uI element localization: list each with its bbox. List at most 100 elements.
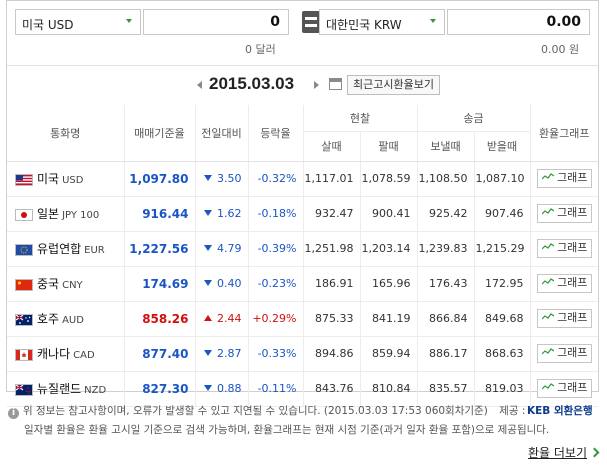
currency-code: NZD (84, 385, 107, 396)
remit-send-cell: 835.57 (416, 371, 474, 407)
change-value: 2.44 (217, 312, 242, 325)
change-cell: 0.40 (194, 266, 248, 302)
header-remit-receive: 받을때 (473, 131, 530, 162)
graph-button[interactable]: 그래프 (537, 169, 593, 188)
remit-receive-cell: 907.46 (473, 196, 530, 232)
triangle-down-icon (204, 350, 212, 356)
triangle-down-icon (204, 210, 212, 216)
cash-sell-cell: 1,078.59 (359, 161, 417, 197)
graph-button[interactable]: 그래프 (537, 379, 593, 398)
caret-down-icon (126, 19, 132, 23)
cash-sell-cell: 859.94 (359, 336, 417, 372)
cash-buy-cell: 1,251.98 (302, 231, 360, 267)
chevron-right-icon (589, 447, 600, 458)
graph-cell: 그래프 (529, 301, 598, 337)
flag-jp-icon (15, 209, 33, 221)
currency-name: 뉴질랜드 (37, 382, 82, 396)
remit-receive-cell: 1,215.29 (473, 231, 530, 267)
currency-cell: 중국 CNY (7, 266, 124, 302)
currency-cell: 유럽연합 EUR (7, 231, 124, 267)
graph-cell: 그래프 (529, 371, 598, 407)
change-cell: 4.79 (194, 231, 248, 267)
currency-cell: 일본 JPY 100 (7, 196, 124, 232)
to-currency-select[interactable]: 대한민국 KRW (319, 9, 445, 35)
graph-button-label: 그래프 (557, 276, 588, 289)
currency-cell: 미국 USD (7, 161, 124, 197)
source-label: 제공 : (499, 405, 526, 417)
graph-button[interactable]: 그래프 (537, 204, 593, 223)
cash-sell-cell: 810.84 (359, 371, 417, 407)
cash-buy-cell: 1,117.01 (302, 161, 360, 197)
header-remit: 송금 (416, 105, 530, 132)
remit-receive-cell: 172.95 (473, 266, 530, 302)
line-chart-icon (541, 275, 555, 285)
rates-table: 통화명 매매기준율 전일대비 등락율 현찰 송금 환율그래프 살때 팔때 보낼때… (7, 105, 598, 407)
caret-down-icon (430, 19, 436, 23)
from-currency-select[interactable]: 미국 USD (15, 9, 141, 35)
rate-cell: -0.33% (247, 336, 303, 372)
currency-name: 캐나다 (37, 347, 71, 361)
arrow-left-icon[interactable] (197, 81, 202, 89)
line-chart-icon (541, 310, 555, 320)
header-cash-sell: 팔때 (359, 131, 417, 162)
triangle-up-icon (204, 315, 212, 321)
base-rate-cell: 827.30 (123, 371, 195, 407)
remit-send-cell: 886.17 (416, 336, 474, 372)
exchange-rate-widget: 미국 USD 0 대한민국 KRW 0.00 0 달러 0.00 원 2015.… (6, 0, 599, 407)
currency-cell: 뉴질랜드 NZD (7, 371, 124, 407)
header-graph: 환율그래프 (529, 105, 598, 162)
line-chart-icon (541, 240, 555, 250)
rate-cell: +0.29% (247, 301, 303, 337)
flag-ca-icon (15, 349, 33, 361)
header-change: 전일대비 (194, 105, 248, 162)
graph-button-label: 그래프 (557, 311, 588, 324)
triangle-down-icon (204, 245, 212, 251)
change-value: 2.87 (217, 347, 242, 360)
graph-button-label: 그래프 (557, 381, 588, 394)
change-cell: 3.50 (194, 161, 248, 197)
currency-code: JPY 100 (62, 210, 100, 221)
table-row: 중국 CNY 174.69 0.40 -0.23% 186.91 165.96 176.43 1… (7, 266, 598, 302)
notice-line-1: i 위 정보는 참고사항이며, 오류가 발생할 수 있고 지연될 수 있습니다. … (8, 403, 525, 419)
currency-code: USD (62, 175, 84, 186)
from-currency-label: 미국 USD (22, 18, 74, 32)
cash-sell-cell: 165.96 (359, 266, 417, 302)
graph-button[interactable]: 그래프 (537, 274, 593, 293)
flag-au-icon (15, 314, 33, 326)
graph-button-label: 그래프 (557, 346, 588, 359)
header-rate: 등락율 (247, 105, 303, 162)
graph-cell: 그래프 (529, 231, 598, 267)
currency-code: AUD (62, 315, 84, 326)
graph-button[interactable]: 그래프 (537, 309, 593, 328)
from-amount-input[interactable]: 0 (143, 9, 289, 35)
graph-button[interactable]: 그래프 (537, 239, 593, 258)
change-value: 1.62 (217, 207, 242, 220)
currency-code: CAD (73, 350, 95, 361)
rate-date: 2015.03.03 (209, 74, 295, 93)
remit-receive-cell: 868.63 (473, 336, 530, 372)
flag-us-icon (15, 174, 33, 186)
notice-text-2: 일자별 환율은 환율 고시일 기준으로 검색 가능하며, 환율그래프는 현재 시… (24, 424, 550, 436)
remit-receive-cell: 1,087.10 (473, 161, 530, 197)
recent-rates-button[interactable]: 최근고시환율보기 (347, 75, 440, 95)
graph-button-label: 그래프 (557, 206, 588, 219)
graph-button[interactable]: 그래프 (537, 344, 593, 363)
line-chart-icon (541, 345, 555, 355)
rate-cell: -0.23% (247, 266, 303, 302)
rate-cell: -0.18% (247, 196, 303, 232)
more-rates-link[interactable]: 환율 더보기 (528, 444, 600, 461)
cash-sell-cell: 841.19 (359, 301, 417, 337)
more-rates-label: 환율 더보기 (528, 446, 588, 460)
table-row: 뉴질랜드 NZD 827.30 0.88 -0.11% 843.76 810.84 835.5… (7, 371, 598, 407)
arrow-right-icon[interactable] (314, 81, 319, 89)
date-bar: 2015.03.03 최근고시환율보기 (7, 65, 598, 106)
graph-cell: 그래프 (529, 196, 598, 232)
header-remit-send: 보낼때 (416, 131, 474, 162)
base-rate-cell: 1,097.80 (123, 161, 195, 197)
calendar-icon[interactable] (329, 78, 342, 90)
currency-code: CNY (62, 280, 83, 291)
currency-cell: 호주 AUD (7, 301, 124, 337)
table-row: 유럽연합 EUR 1,227.56 4.79 -0.39% 1,251.98 1,203.1… (7, 231, 598, 267)
remit-send-cell: 925.42 (416, 196, 474, 232)
to-amount-input[interactable]: 0.00 (447, 9, 590, 35)
